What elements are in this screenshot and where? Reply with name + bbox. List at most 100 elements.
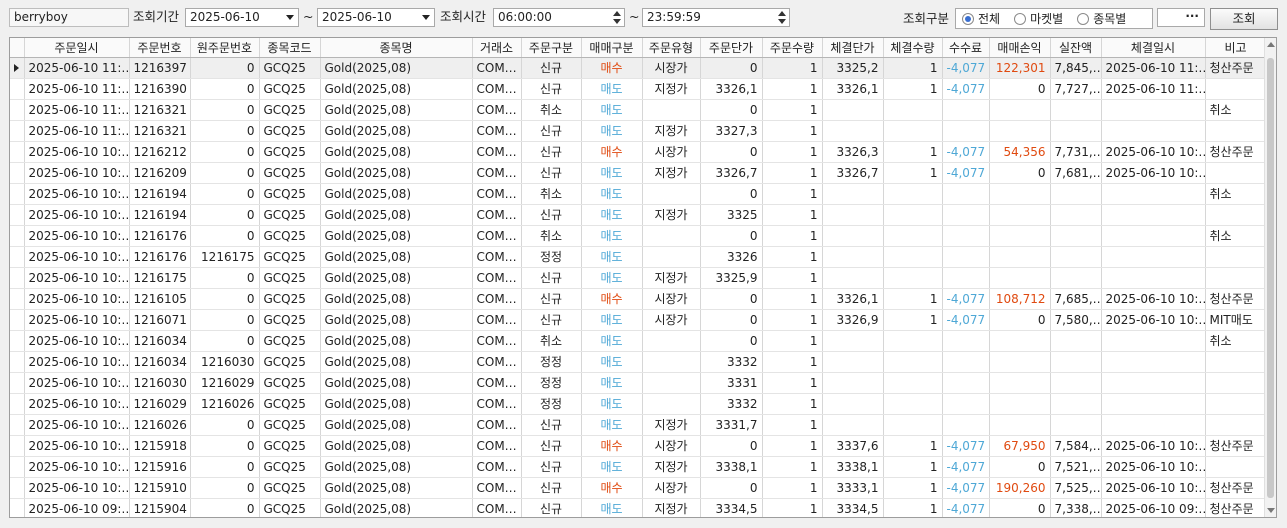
radio-checked-icon[interactable] xyxy=(962,12,974,25)
order-kind-cell[interactable]: 신규 xyxy=(521,78,582,100)
orig-order-no-cell[interactable]: 0 xyxy=(190,57,260,79)
order-qty-cell[interactable]: 1 xyxy=(762,393,823,415)
balance-cell[interactable] xyxy=(1050,183,1102,205)
table-row[interactable]: 2025-06-10 10:… 1215910 0 GCQ25 Gold(2025,08… xyxy=(10,477,1267,499)
balance-cell[interactable] xyxy=(1050,414,1102,436)
exchange-cell[interactable]: COM… xyxy=(472,78,522,100)
fill-price-cell[interactable] xyxy=(822,330,884,352)
order-no-cell[interactable]: 1216176 xyxy=(129,225,191,247)
order-kind-cell[interactable]: 정정 xyxy=(521,393,582,415)
note-cell[interactable] xyxy=(1205,393,1267,415)
order-type-cell[interactable]: 시장가 xyxy=(642,435,701,457)
fill-price-cell[interactable]: 3326,1 xyxy=(822,78,884,100)
fill-price-cell[interactable]: 3334,5 xyxy=(822,498,884,517)
orig-order-no-header[interactable]: 원주문번호 xyxy=(190,38,260,58)
balance-cell[interactable]: 7,681,… xyxy=(1050,162,1102,184)
fill-price-cell[interactable]: 3333,1 xyxy=(822,477,884,499)
symbol-code-cell[interactable]: GCQ25 xyxy=(259,477,321,499)
order-qty-cell[interactable]: 1 xyxy=(762,141,823,163)
symbol-code-cell[interactable]: GCQ25 xyxy=(259,246,321,268)
side-cell[interactable]: 매도 xyxy=(581,162,643,184)
fill-datetime-cell[interactable] xyxy=(1101,372,1206,394)
balance-cell[interactable] xyxy=(1050,330,1102,352)
fill-price-cell[interactable]: 3326,7 xyxy=(822,162,884,184)
order-no-cell[interactable]: 1215916 xyxy=(129,456,191,478)
row-indicator-cell[interactable] xyxy=(10,141,25,163)
order-kind-cell[interactable]: 신규 xyxy=(521,477,582,499)
fee-cell[interactable] xyxy=(942,330,990,352)
order-price-cell[interactable]: 0 xyxy=(700,99,763,121)
orig-order-no-cell[interactable]: 0 xyxy=(190,330,260,352)
side-cell[interactable]: 매도 xyxy=(581,309,643,331)
fee-cell[interactable] xyxy=(942,99,990,121)
balance-cell[interactable]: 7,845,… xyxy=(1050,57,1102,79)
row-indicator-cell[interactable] xyxy=(10,99,25,121)
balance-cell[interactable]: 7,521,… xyxy=(1050,456,1102,478)
exchange-cell[interactable]: COM… xyxy=(472,456,522,478)
table-row[interactable]: 2025-06-10 10:… 1216030 1216029 GCQ25 Gold(2… xyxy=(10,372,1267,394)
exchange-cell[interactable]: COM… xyxy=(472,477,522,499)
fill-price-cell[interactable]: 3326,9 xyxy=(822,309,884,331)
fill-qty-cell[interactable]: 1 xyxy=(883,477,943,499)
order-kind-cell[interactable]: 신규 xyxy=(521,435,582,457)
symbol-code-cell[interactable]: GCQ25 xyxy=(259,162,321,184)
balance-cell[interactable]: 7,731,… xyxy=(1050,141,1102,163)
symbol-name-cell[interactable]: Gold(2025,08) xyxy=(320,309,473,331)
orig-order-no-cell[interactable]: 1216029 xyxy=(190,372,260,394)
order-kind-cell[interactable]: 취소 xyxy=(521,183,582,205)
note-cell[interactable]: 청산주문 xyxy=(1205,435,1267,457)
order-no-cell[interactable]: 1216029 xyxy=(129,393,191,415)
fill-qty-cell[interactable] xyxy=(883,414,943,436)
order-type-cell[interactable]: 시장가 xyxy=(642,477,701,499)
row-indicator-cell[interactable] xyxy=(10,456,25,478)
fill-price-header[interactable]: 체결단가 xyxy=(822,38,884,58)
order-type-header[interactable]: 주문유형 xyxy=(642,38,701,58)
order-kind-cell[interactable]: 신규 xyxy=(521,309,582,331)
order-price-cell[interactable]: 3338,1 xyxy=(700,456,763,478)
fill-qty-cell[interactable]: 1 xyxy=(883,456,943,478)
order-qty-cell[interactable]: 1 xyxy=(762,351,823,373)
symbol-code-cell[interactable]: GCQ25 xyxy=(259,498,321,517)
balance-cell[interactable] xyxy=(1050,204,1102,226)
exchange-cell[interactable]: COM… xyxy=(472,162,522,184)
orig-order-no-cell[interactable]: 0 xyxy=(190,183,260,205)
fill-datetime-cell[interactable] xyxy=(1101,414,1206,436)
symbol-name-cell[interactable]: Gold(2025,08) xyxy=(320,162,473,184)
row-indicator-cell[interactable] xyxy=(10,435,25,457)
row-indicator-cell[interactable] xyxy=(10,330,25,352)
order-qty-cell[interactable]: 1 xyxy=(762,330,823,352)
symbol-name-cell[interactable]: Gold(2025,08) xyxy=(320,288,473,310)
orig-order-no-cell[interactable]: 0 xyxy=(190,120,260,142)
note-cell[interactable] xyxy=(1205,204,1267,226)
pnl-cell[interactable] xyxy=(989,351,1051,373)
fill-datetime-cell[interactable]: 2025-06-10 11:… xyxy=(1101,57,1206,79)
fee-cell[interactable]: -4,077 xyxy=(942,141,990,163)
order-no-cell[interactable]: 1216390 xyxy=(129,78,191,100)
order-type-cell[interactable]: 시장가 xyxy=(642,141,701,163)
order-type-cell[interactable]: 지정가 xyxy=(642,267,701,289)
table-row[interactable]: 2025-06-10 11:… 1216397 0 GCQ25 Gold(2025,08… xyxy=(10,57,1267,79)
exchange-cell[interactable]: COM… xyxy=(472,225,522,247)
table-row[interactable]: 2025-06-10 10:… 1216034 0 GCQ25 Gold(2025,08… xyxy=(10,330,1267,352)
fill-datetime-cell[interactable]: 2025-06-10 10:… xyxy=(1101,309,1206,331)
date-from-picker[interactable]: 2025-06-10 xyxy=(185,8,299,27)
fill-qty-cell[interactable]: 1 xyxy=(883,78,943,100)
order-type-cell[interactable]: 지정가 xyxy=(642,120,701,142)
orig-order-no-cell[interactable]: 0 xyxy=(190,225,260,247)
side-cell[interactable]: 매수 xyxy=(581,141,643,163)
order-price-cell[interactable]: 0 xyxy=(700,57,763,79)
fee-cell[interactable] xyxy=(942,225,990,247)
symbol-code-cell[interactable]: GCQ25 xyxy=(259,288,321,310)
symbol-name-cell[interactable]: Gold(2025,08) xyxy=(320,57,473,79)
order-kind-cell[interactable]: 취소 xyxy=(521,225,582,247)
order-qty-cell[interactable]: 1 xyxy=(762,225,823,247)
exchange-cell[interactable]: COM… xyxy=(472,141,522,163)
balance-cell[interactable] xyxy=(1050,372,1102,394)
row-indicator-cell[interactable] xyxy=(10,477,25,499)
note-cell[interactable] xyxy=(1205,246,1267,268)
fill-qty-cell[interactable]: 1 xyxy=(883,288,943,310)
note-cell[interactable]: 청산주문 xyxy=(1205,498,1267,517)
note-header[interactable]: 비고 xyxy=(1205,38,1267,58)
order-qty-cell[interactable]: 1 xyxy=(762,246,823,268)
spin-up-icon[interactable] xyxy=(778,11,786,16)
